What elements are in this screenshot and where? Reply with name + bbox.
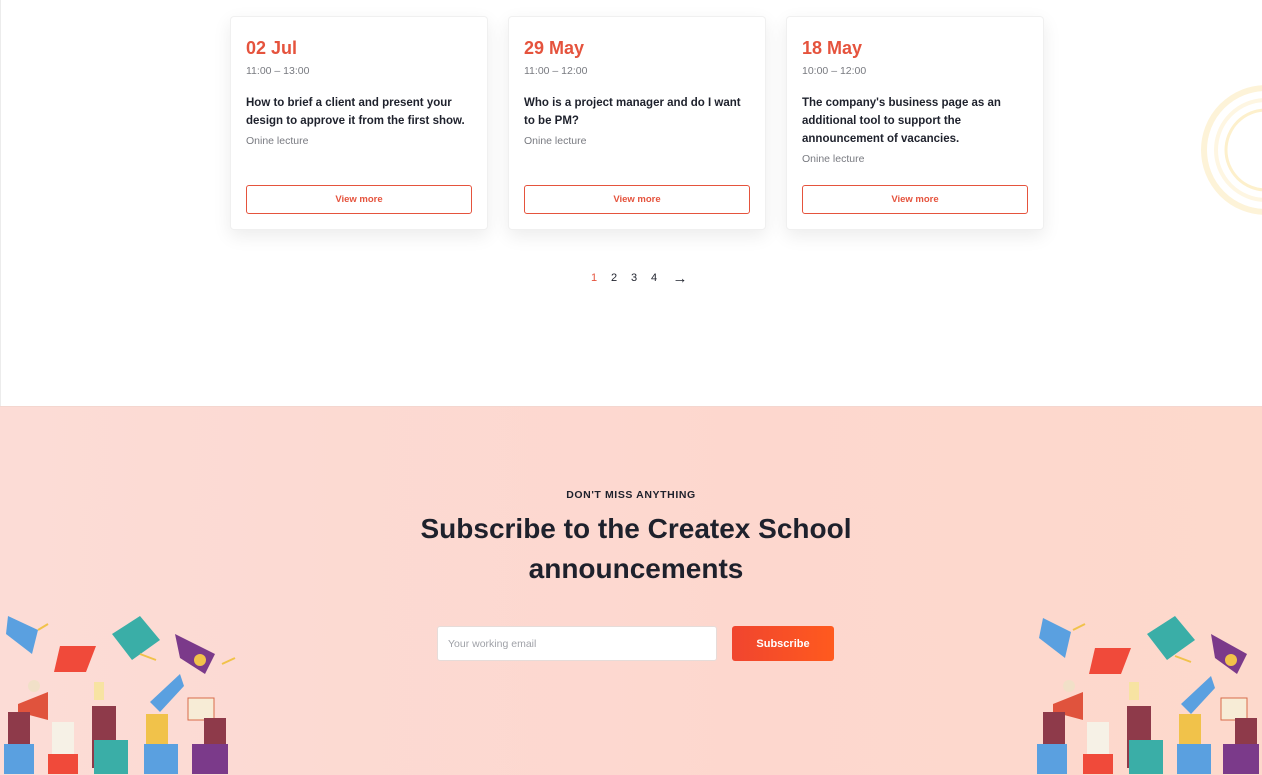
event-time: 11:00 – 13:00 [246, 65, 310, 77]
event-cards: 02 Jul 11:00 – 13:00 How to brief a clie… [230, 16, 1044, 230]
event-card: 29 May 11:00 – 12:00 Who is a project ma… [508, 16, 766, 230]
event-card: 18 May 10:00 – 12:00 The company's busin… [786, 16, 1044, 230]
view-more-button[interactable]: View more [802, 185, 1028, 214]
event-time: 10:00 – 12:00 [802, 65, 867, 77]
event-type: Onine lecture [802, 153, 865, 165]
graduation-caps-illustration [1015, 594, 1260, 774]
subscribe-button[interactable]: Subscribe [732, 626, 834, 661]
pagination: 1 2 3 4 → [584, 266, 694, 290]
subscribe-eyebrow: DON'T MISS ANYTHING [566, 489, 696, 501]
view-more-button[interactable]: View more [524, 185, 750, 214]
event-title: How to brief a client and present your d… [246, 97, 465, 127]
event-type: Onine lecture [246, 135, 309, 147]
event-type: Onine lecture [524, 135, 587, 147]
email-field[interactable] [437, 626, 717, 661]
event-title: The company's business page as an additi… [802, 97, 1001, 145]
page-link-1[interactable]: 1 [584, 266, 604, 290]
decorative-rings [1196, 70, 1262, 230]
event-date: 29 May [524, 38, 585, 58]
event-date: 02 Jul [246, 38, 298, 58]
events-section: 02 Jul 11:00 – 13:00 How to brief a clie… [0, 0, 1262, 406]
event-title: Who is a project manager and do I want t… [524, 97, 741, 127]
subscribe-title: Subscribe to the Createx School announce… [420, 513, 852, 584]
next-page-button[interactable]: → [666, 266, 694, 290]
view-more-button[interactable]: View more [246, 185, 472, 214]
page-link-4[interactable]: 4 [644, 266, 664, 290]
page-link-2[interactable]: 2 [604, 266, 624, 290]
graduation-caps-illustration [0, 594, 245, 774]
event-date: 18 May [802, 38, 863, 58]
event-time: 11:00 – 12:00 [524, 65, 588, 77]
event-card: 02 Jul 11:00 – 13:00 How to brief a clie… [230, 16, 488, 230]
arrow-right-icon: → [672, 269, 688, 287]
page-link-3[interactable]: 3 [624, 266, 644, 290]
